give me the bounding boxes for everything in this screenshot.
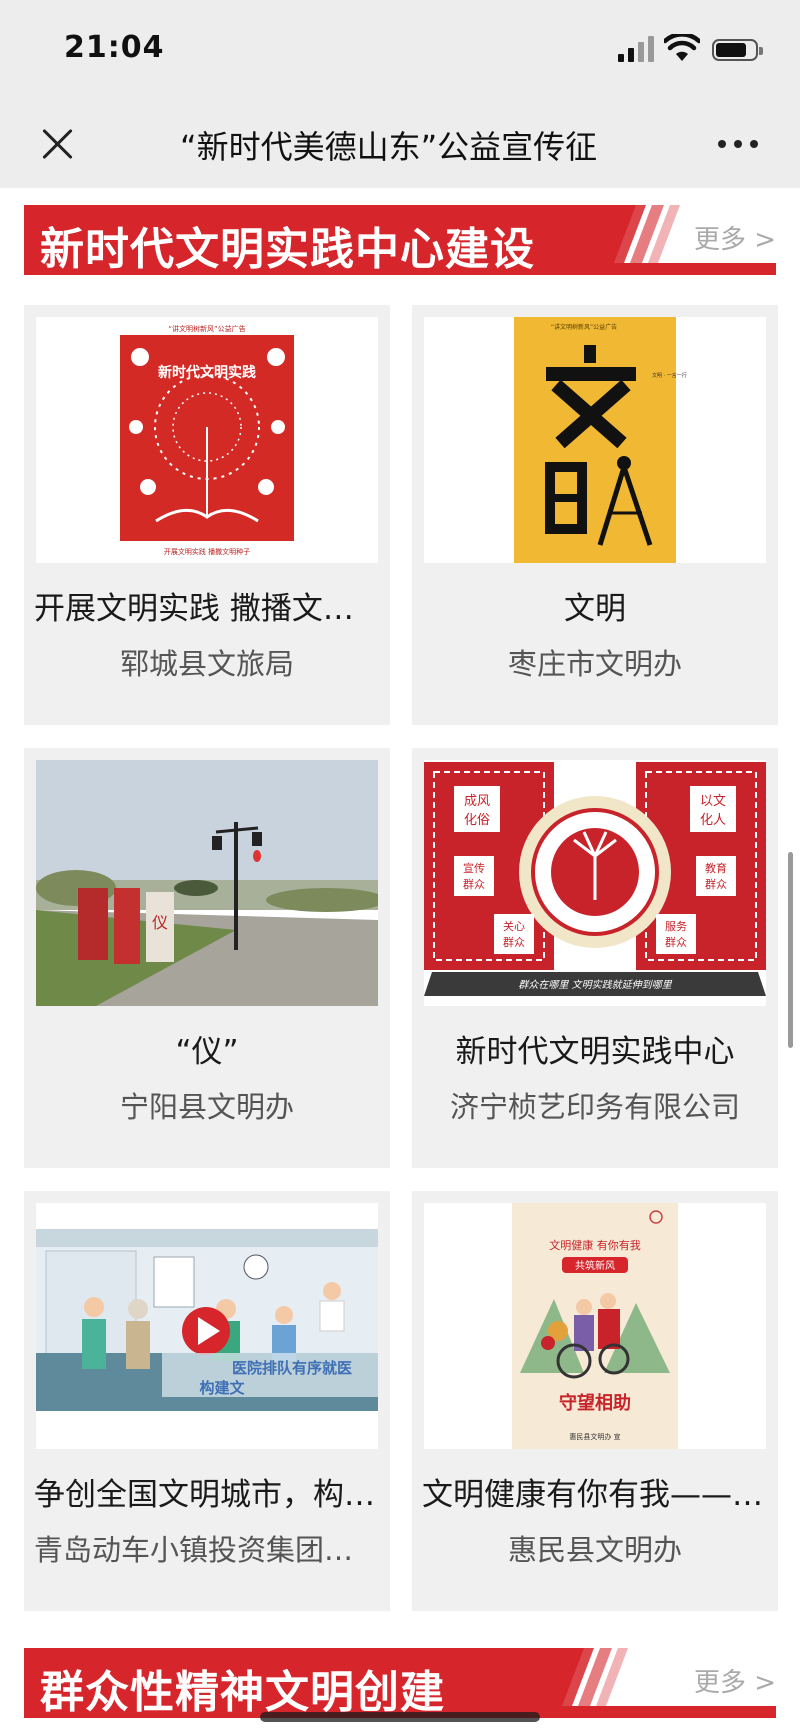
video-caption-2: 构建文 — [199, 1379, 245, 1397]
card-title: 新时代文明实践中心 — [455, 1034, 735, 1070]
section-more-link[interactable]: 更多 > — [694, 219, 776, 256]
poster-headline: 文明健康 有你有我 — [549, 1238, 641, 1252]
poster-card[interactable]: 仪 “仪” 宁阳县文明办 — [24, 748, 390, 1168]
card-source: 郓城县文旅局 — [119, 647, 294, 681]
close-icon[interactable] — [36, 122, 80, 166]
card-title: 争创全国文明城市，构建文明社会 — [34, 1477, 380, 1513]
poster-thumbnail: “讲文明树新风”公益广告 文明 · 一言一行 — [424, 317, 766, 563]
poster-thumbnail: 成风 化俗 以文 化人 宣传 群众 教育 群众 关心 群众 服务 群众 群众在哪… — [424, 760, 766, 1006]
more-options-icon[interactable] — [718, 136, 768, 152]
section-banner-mass-civilization: 群众性精神文明创建 更多 > — [24, 1648, 776, 1718]
video-thumbnail: 医院排队有序就医 构建文 — [36, 1203, 378, 1449]
nav-bar: “新时代美德山东”公益宣传征 — [0, 100, 800, 188]
panel-text: 群众 — [705, 877, 727, 891]
poster-card[interactable]: “讲文明树新风”公益广告 文明 · 一言一行 文明 枣庄市文明办 — [412, 305, 778, 725]
poster-small-text: 惠民县文明办 宣 — [569, 1432, 620, 1441]
panel-text: 宣传 — [463, 861, 485, 875]
card-title: “仪” — [175, 1034, 239, 1070]
status-bar: 21:04 — [0, 0, 800, 100]
panel-text: 群众 — [463, 877, 485, 891]
poster-caption: 开展文明实践 播撒文明种子 — [164, 547, 250, 556]
poster-top-text: “讲文明树新风”公益广告 — [168, 324, 245, 333]
poster-thumbnail: 文明健康 有你有我 共筑新风 守望相助 惠民县文明办 宣 — [424, 1203, 766, 1449]
section-title: 新时代文明实践中心建设 — [40, 224, 535, 275]
card-source: 枣庄市文明办 — [507, 647, 682, 681]
panel-text: 群众 — [665, 935, 687, 949]
status-time: 21:04 — [64, 30, 165, 65]
card-title: 文明 — [564, 591, 626, 627]
poster-footer-text: 守望相助 — [559, 1392, 631, 1414]
poster-card[interactable]: “讲文明树新风”公益广告 新时代文明实践 开展文明实践 播撒文明种子 开展文明实… — [24, 305, 390, 725]
cellular-signal-icon — [618, 36, 654, 62]
poster-card[interactable]: 成风 化俗 以文 化人 宣传 群众 教育 群众 关心 群众 服务 群众 群众在哪… — [412, 748, 778, 1168]
photo-thumbnail: 仪 — [36, 760, 378, 1006]
card-source: 青岛动车小镇投资集团有限公司 — [34, 1533, 380, 1567]
video-caption: 医院排队有序就医 — [232, 1359, 352, 1377]
panel-text: 群众 — [503, 935, 525, 949]
card-source: 济宁桢艺印务有限公司 — [449, 1090, 740, 1124]
panel-text: 成风 — [464, 794, 490, 809]
poster-badge: 共筑新风 — [575, 1259, 615, 1272]
panel-text: 服务 — [665, 920, 687, 933]
panel-text: 教育 — [705, 861, 727, 875]
battery-icon — [712, 39, 763, 61]
page-title: “新时代美德山东”公益宣传征 — [180, 128, 598, 166]
panel-text: 关心 — [503, 919, 525, 933]
poster-card[interactable]: 文明健康 有你有我 共筑新风 守望相助 惠民县文明办 宣 文明健康有你有我——守… — [412, 1191, 778, 1611]
section-title: 群众性精神文明创建 — [40, 1667, 445, 1718]
poster-headline: 新时代文明实践 — [158, 364, 256, 381]
home-indicator[interactable] — [260, 1712, 540, 1722]
scrollbar[interactable] — [788, 852, 793, 1048]
card-source: 惠民县文明办 — [507, 1533, 682, 1567]
panel-bottom-text: 群众在哪里 文明实践就延伸到哪里 — [518, 979, 672, 991]
video-card[interactable]: 医院排队有序就医 构建文 争创全国文明城市，构建文明社会 青岛动车小镇投资集团有… — [24, 1191, 390, 1611]
section-more-link[interactable]: 更多 > — [694, 1662, 776, 1699]
panel-text: 化俗 — [464, 813, 490, 828]
wifi-icon — [664, 34, 700, 61]
card-title: 文明健康有你有我——守望相助 — [422, 1477, 768, 1513]
panel-text: 化人 — [700, 813, 726, 828]
photo-sign-text: 仪 — [152, 913, 168, 932]
card-title: 开展文明实践 撒播文明种子 — [34, 591, 380, 627]
panel-text: 以文 — [700, 794, 726, 809]
card-source: 宁阳县文明办 — [119, 1090, 294, 1124]
poster-thumbnail: “讲文明树新风”公益广告 新时代文明实践 开展文明实践 播撒文明种子 — [36, 317, 378, 563]
section-banner-civilization-center: 新时代文明实践中心建设 更多 > — [24, 205, 776, 275]
svg-text:文明 · 一言一行: 文明 · 一言一行 — [652, 372, 687, 379]
poster-top-text: “讲文明树新风”公益广告 — [551, 323, 617, 331]
